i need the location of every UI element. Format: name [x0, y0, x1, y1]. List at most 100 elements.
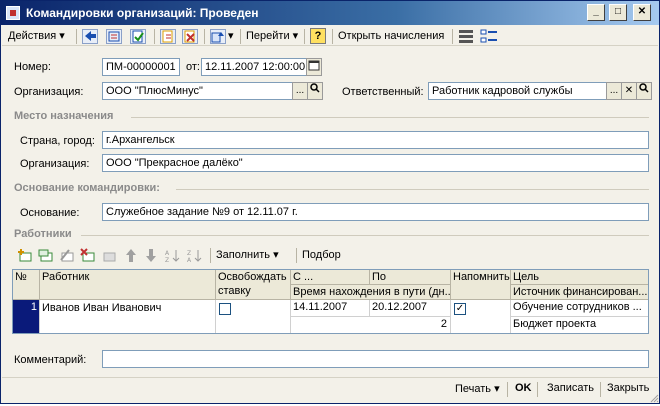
dest-org-field[interactable]: ООО "Прекрасное далёко" — [102, 154, 649, 172]
col-header-release-rate[interactable]: Освобождать ставку — [216, 270, 291, 300]
toolbar-separator — [296, 248, 297, 263]
svg-text:A: A — [165, 250, 170, 257]
responsible-open-search-icon[interactable] — [636, 82, 652, 100]
workers-toolbar: AZ ZA Заполнить ▾ Подбор — [14, 247, 354, 265]
toolbar-separator — [452, 29, 453, 44]
delete-row-icon[interactable] — [80, 248, 96, 266]
toolbar-separator — [76, 29, 77, 44]
back-arrow-icon[interactable] — [82, 29, 98, 44]
toolbar: Действия ▾ ▾ Перейти ▾ ? Открыть начисле… — [2, 26, 658, 46]
toolbar-separator — [537, 382, 538, 397]
col-header-funding[interactable]: Источник финансирован... — [511, 285, 648, 300]
responsible-label: Ответственный: — [342, 86, 424, 98]
col-header-num[interactable]: № — [13, 270, 40, 300]
col-header-release-rate-line1: Освобождать — [218, 271, 287, 283]
toolbar-separator — [210, 248, 211, 263]
move-down-icon[interactable] — [144, 248, 158, 266]
actions-menu[interactable]: Действия ▾ — [8, 28, 65, 45]
save-button[interactable]: Записать — [547, 382, 594, 394]
row-num[interactable]: 1 — [13, 300, 40, 333]
add-row-icon[interactable] — [17, 248, 33, 266]
unpost-icon[interactable] — [182, 29, 198, 44]
number-label: Номер: — [14, 61, 51, 73]
workers-table[interactable]: № Работник Освобождать ставку С ... По В… — [12, 269, 649, 334]
comment-label: Комментарий: — [14, 354, 87, 366]
org-label: Организация: — [14, 86, 84, 98]
toolbar-separator — [240, 29, 241, 44]
open-accruals-button[interactable]: Открыть начисления — [338, 28, 444, 45]
destination-section-title: Место назначения — [14, 110, 114, 122]
svg-text:Z: Z — [165, 257, 169, 263]
basis-section-title: Основание командировки: — [14, 182, 160, 194]
city-field[interactable]: г.Архангельск — [102, 131, 649, 149]
move-up-icon[interactable] — [124, 248, 138, 266]
based-on-dropdown-icon[interactable]: ▾ — [228, 28, 234, 45]
release-rate-checkbox[interactable] — [219, 303, 231, 315]
post-document-icon[interactable] — [130, 29, 146, 44]
col-header-to[interactable]: По — [370, 270, 451, 285]
col-header-release-rate-line2: ставку — [218, 285, 251, 297]
ok-button[interactable]: OK — [515, 382, 532, 394]
org-select-button[interactable]: ... — [292, 82, 308, 100]
responsible-select-button[interactable]: ... — [606, 82, 622, 100]
org-open-search-icon[interactable] — [307, 82, 323, 100]
col-header-remind[interactable]: Напомнить — [451, 270, 511, 300]
end-edit-icon[interactable] — [101, 248, 117, 266]
section-divider — [131, 117, 649, 118]
print-menu[interactable]: Печать ▾ — [455, 382, 500, 395]
list-view-icon[interactable] — [458, 29, 474, 44]
date-field[interactable]: 12.11.2007 12:00:00 — [201, 58, 307, 76]
row-worker[interactable]: Иванов Иван Иванович — [40, 300, 216, 333]
post-and-close-icon[interactable] — [160, 29, 176, 44]
maximize-button[interactable]: □ — [609, 4, 627, 21]
svg-text:Z: Z — [187, 250, 191, 257]
toolbar-separator — [304, 29, 305, 44]
window-title: Командировки организаций: Проведен — [26, 6, 259, 20]
comment-field[interactable] — [102, 350, 649, 368]
basis-field[interactable]: Служебное задание №9 от 12.11.07 г. — [102, 203, 649, 221]
toolbar-separator — [600, 382, 601, 397]
resize-grip-icon[interactable] — [649, 393, 659, 403]
col-header-from[interactable]: С ... — [291, 270, 370, 285]
row-remind-cell[interactable]: ✓ — [451, 300, 511, 333]
org-field[interactable]: ООО "ПлюсМинус" — [102, 82, 293, 100]
fill-menu[interactable]: Заполнить ▾ — [216, 247, 279, 264]
sort-asc-icon[interactable]: AZ — [164, 248, 182, 266]
goto-menu[interactable]: Перейти ▾ — [246, 28, 298, 45]
row-release-rate-cell[interactable] — [216, 300, 291, 333]
close-button[interactable]: Закрыть — [607, 382, 649, 394]
row-to[interactable]: 20.12.2007 — [370, 300, 451, 317]
col-header-worker[interactable]: Работник — [40, 270, 216, 300]
city-label: Страна, город: — [20, 135, 95, 147]
toolbar-separator — [204, 29, 205, 44]
copy-row-icon[interactable] — [38, 248, 54, 266]
responsible-clear-icon[interactable]: ✕ — [621, 82, 637, 100]
col-header-travel-time[interactable]: Время нахождения в пути (дн... — [291, 285, 451, 300]
bottom-bar: Печать ▾ OK Записать Закрыть — [2, 377, 658, 401]
workers-section-title: Работники — [14, 228, 72, 240]
row-funding[interactable]: Бюджет проекта — [511, 317, 648, 333]
select-button[interactable]: Подбор — [302, 247, 341, 264]
row-travel-days[interactable]: 2 — [291, 317, 451, 333]
help-icon[interactable]: ? — [310, 28, 326, 44]
document-window: Командировки организаций: Проведен _ □ ✕… — [0, 0, 660, 404]
close-window-button[interactable]: ✕ — [633, 4, 651, 21]
number-field[interactable]: ПМ-00000001 — [102, 58, 180, 76]
sort-desc-icon[interactable]: ZA — [186, 248, 204, 266]
title-bar[interactable]: Командировки организаций: Проведен _ □ ✕ — [1, 1, 659, 25]
row-goal[interactable]: Обучение сотрудников ... — [511, 300, 648, 317]
app-icon — [6, 6, 20, 20]
row-from[interactable]: 14.11.2007 — [291, 300, 370, 317]
calendar-icon[interactable] — [306, 58, 322, 76]
edit-row-icon[interactable] — [59, 248, 75, 266]
based-on-icon[interactable] — [210, 29, 226, 44]
section-divider — [176, 189, 649, 190]
refresh-icon[interactable] — [106, 29, 122, 44]
remind-checkbox[interactable]: ✓ — [454, 303, 466, 315]
toolbar-separator — [507, 382, 508, 397]
structure-icon[interactable] — [480, 29, 498, 44]
col-header-goal[interactable]: Цель — [511, 270, 648, 285]
table-row[interactable]: 1 Иванов Иван Иванович 14.11.2007 20.12.… — [13, 300, 648, 333]
minimize-button[interactable]: _ — [587, 4, 605, 21]
responsible-field[interactable]: Работник кадровой службы — [428, 82, 608, 100]
